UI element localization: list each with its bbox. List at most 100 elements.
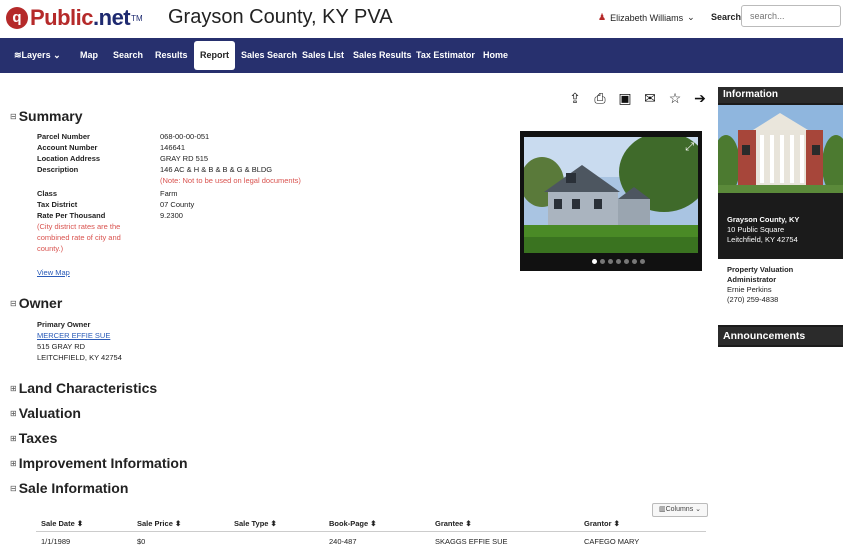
owner-address-line-2: LEITCHFIELD, KY 42754 [37,353,122,362]
rate-value: 9.2300 [160,211,183,220]
owner-address-line-1: 515 GRAY RD [37,342,86,351]
account-number-value: 146641 [160,143,186,152]
nav-tax-estimator[interactable]: Tax Estimator [416,38,475,73]
grantor-cell: CAFEGO MARY [584,537,640,546]
primary-owner-label: Primary Owner [37,320,91,329]
top-header: q Public.net TM Grayson County, KY PVA ♟… [0,0,843,38]
owner-name-link[interactable]: MERCER EFFIE SUE [37,331,110,340]
nav-results[interactable]: Results [155,38,188,73]
rate-label: Rate Per Thousand [37,211,106,220]
nav-sales-results[interactable]: Sales Results [353,38,412,73]
class-value: Farm [160,189,178,198]
summary-section-header[interactable]: ⊟ Summary [10,108,83,124]
image-icon[interactable]: ▣ [618,90,632,107]
nav-home[interactable]: Home [483,38,508,73]
sale-type-header[interactable]: Sale Type ⬍ [234,519,277,528]
user-menu[interactable]: ♟ Elizabeth Williams ⌄ [598,12,695,23]
carousel-dot[interactable] [616,259,621,264]
columns-icon: ▥ [658,506,666,513]
location-address-label: Location Address [37,154,101,163]
view-map-link[interactable]: View Map [37,268,70,277]
expand-icon[interactable]: ⤢ [685,141,694,154]
chevron-down-icon: ⌄ [687,12,695,22]
sale-information-header[interactable]: ⊟ Sale Information [10,480,128,496]
logo-trademark: TM [131,13,143,23]
sale-date-cell: 1/1/1989 [41,537,71,546]
grantor-header[interactable]: Grantor ⬍ [584,519,620,528]
parcel-number-label: Parcel Number [37,132,90,141]
pva-title-line-1: Property Valuation [727,265,794,274]
carousel-indicators [592,259,645,264]
sale-date-header[interactable]: Sale Date ⬍ [41,519,83,528]
logo-text: Public.net [30,5,131,30]
pva-contact-block: Property Valuation Administrator Ernie P… [718,259,843,325]
county-address-line-2: Leitchfield, KY 42754 [727,235,798,244]
nav-layers[interactable]: ≋Layers ⌄ [14,38,61,73]
description-note: (Note: Not to be used on legal documents… [160,176,301,185]
columns-button[interactable]: ▥Columns ⌄ [652,503,708,517]
description-value: 146 AC & H & B & B & G & BLDG [160,165,273,174]
star-icon[interactable]: ☆ [668,90,682,107]
grantee-cell: SKAGGS EFFIE SUE [435,537,508,546]
user-icon: ♟ [598,12,607,22]
book-page-cell: 240-487 [329,537,357,546]
search-input[interactable] [741,5,841,27]
nav-map[interactable]: Map [80,38,98,73]
carousel-dot[interactable] [608,259,613,264]
location-address-value: GRAY RD 515 [160,154,209,163]
table-divider [36,531,706,532]
expand-section-icon: ⊞ [10,408,17,418]
print-icon[interactable]: ⎙ [593,90,607,107]
announcements-block: How to use the Beacon site – view Demo V… [718,347,843,446]
rate-note-line-3: county.) [37,244,64,253]
collapse-icon: ⊟ [10,111,17,121]
email-icon[interactable]: ✉ [643,90,657,107]
pva-phone: (270) 259-4838 [727,295,779,304]
share-icon[interactable]: ⇪ [568,90,582,107]
layers-icon: ≋ [14,50,22,60]
main-nav: ≋Layers ⌄ Map Search Results Report Sale… [0,38,843,73]
expand-section-icon: ⊞ [10,383,17,393]
carousel-dot[interactable] [600,259,605,264]
announcements-heading: Announcements [718,327,843,345]
carousel-dot[interactable] [640,259,645,264]
arrow-right-icon[interactable]: ➔ [693,90,707,107]
valuation-header[interactable]: ⊞ Valuation [10,405,81,421]
information-heading: Information [718,87,843,103]
book-page-header[interactable]: Book-Page ⬍ [329,519,377,528]
description-label: Description [37,165,79,174]
carousel-dot[interactable] [624,259,629,264]
sale-price-cell: $0 [137,537,146,546]
carousel-dot[interactable] [592,259,597,264]
info-sidebar: Information Grayson County, KY 10 Public… [718,87,843,446]
owner-section-header[interactable]: ⊟ Owner [10,295,62,311]
chevron-down-icon: ⌄ [53,50,61,60]
pva-name: Ernie Perkins [727,285,772,294]
improvement-information-header[interactable]: ⊞ Improvement Information [10,455,188,471]
collapse-icon: ⊟ [10,483,17,493]
nav-sales-list[interactable]: Sales List [302,38,344,73]
logo-mark-icon: q [6,7,28,29]
user-name: Elizabeth Williams [610,12,684,23]
carousel-dot[interactable] [632,259,637,264]
qpublic-logo[interactable]: q Public.net TM [6,5,143,31]
pva-title-line-2: Administrator [727,275,777,284]
report-toolbar: ⇪ ⎙ ▣ ✉ ☆ ➔ [568,90,707,107]
county-name: Grayson County, KY [727,215,800,224]
chevron-down-icon: ⌄ [695,506,702,513]
collapse-icon: ⊟ [10,298,17,308]
sale-price-header[interactable]: Sale Price ⬍ [137,519,181,528]
nav-report[interactable]: Report [194,41,235,70]
page-title: Grayson County, KY PVA [168,6,393,28]
taxes-header[interactable]: ⊞ Taxes [10,430,57,446]
demo-videos-link[interactable]: Demo Videos [727,363,772,373]
nav-search[interactable]: Search [113,38,143,73]
land-characteristics-header[interactable]: ⊞ Land Characteristics [10,380,157,396]
property-photo-carousel[interactable]: ⤢ [520,131,702,271]
search-label: Search [711,12,742,22]
tax-district-value: 07 County [160,200,195,209]
grantee-header[interactable]: Grantee ⬍ [435,519,472,528]
expand-section-icon: ⊞ [10,458,17,468]
nav-sales-search[interactable]: Sales Search [241,38,297,73]
announcement-link[interactable]: How to use the Beacon site – view [727,353,842,363]
